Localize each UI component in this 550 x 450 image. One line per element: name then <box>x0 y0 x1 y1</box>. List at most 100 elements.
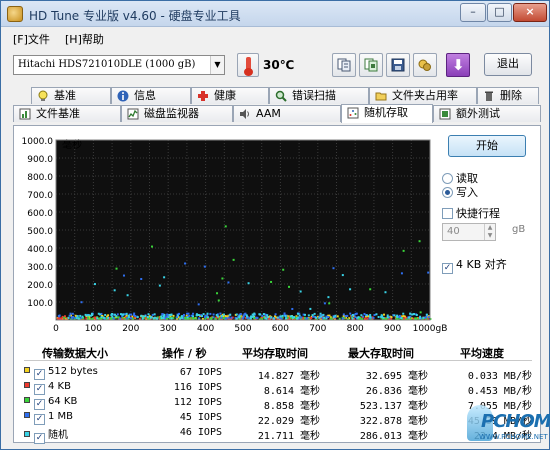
align-option[interactable]: ✓ 4 KB 对齐 <box>442 256 507 274</box>
table-row[interactable]: ✓ 随机 <box>24 426 68 444</box>
data-point <box>293 316 296 319</box>
data-point <box>343 317 346 320</box>
x-tick-label: 200 <box>122 324 139 334</box>
tab-random-access[interactable]: 随机存取 <box>341 104 433 123</box>
save-button[interactable] <box>386 53 410 77</box>
menu-file[interactable]: [F]文件 <box>13 31 50 47</box>
data-point <box>284 314 287 317</box>
options-button[interactable] <box>413 53 437 77</box>
tab-extra-tests[interactable]: 额外测试 <box>433 105 541 122</box>
tab-label: AAM <box>256 107 281 120</box>
row-max: 26.836 毫秒 <box>365 386 428 397</box>
chevron-down-icon[interactable]: ▼ <box>210 56 224 74</box>
data-point <box>298 314 301 317</box>
series-color-swatch <box>24 367 30 373</box>
data-point <box>413 313 416 316</box>
spin-arrows-icon[interactable]: ▲ ▼ <box>484 224 495 240</box>
y-tick-label: 600.0 <box>27 209 53 219</box>
data-point <box>285 317 288 320</box>
data-point <box>184 262 187 265</box>
data-point <box>100 316 103 319</box>
tab-error-scan[interactable]: 错误扫描 <box>269 87 369 104</box>
data-point <box>247 282 250 285</box>
table-row[interactable]: ✓ 1 MB <box>24 411 73 425</box>
write-option[interactable]: 写入 <box>442 184 478 200</box>
data-point <box>225 315 228 318</box>
fast-travel-checkbox[interactable] <box>442 208 453 219</box>
data-point <box>153 313 156 316</box>
fast-travel-option[interactable]: 快捷行程 <box>442 205 500 221</box>
tab-folder-usage[interactable]: 文件夹占用率 <box>369 87 477 104</box>
y-tick-label: 100.0 <box>27 299 53 309</box>
tab-benchmark[interactable]: 基准 <box>31 87 111 104</box>
data-point <box>115 267 118 270</box>
tab-file-benchmark[interactable]: 文件基准 <box>13 105 121 122</box>
series-checkbox[interactable]: ✓ <box>34 399 45 410</box>
data-point <box>140 314 143 317</box>
data-point <box>212 313 215 316</box>
data-point <box>296 317 299 320</box>
row-size: 512 bytes <box>48 366 98 377</box>
tab-aam[interactable]: AAM <box>233 105 341 122</box>
table-row[interactable]: ✓ 64 KB <box>24 396 77 410</box>
data-point <box>84 313 87 316</box>
data-point <box>279 315 282 318</box>
data-point <box>168 313 171 316</box>
data-point <box>196 313 199 316</box>
health-icon <box>198 91 208 101</box>
table-row[interactable]: ✓ 512 bytes <box>24 366 98 380</box>
data-point <box>230 316 233 319</box>
data-point <box>357 316 360 319</box>
align-checkbox[interactable]: ✓ <box>442 263 453 274</box>
tab-label: 额外测试 <box>456 107 500 120</box>
data-point <box>291 307 294 310</box>
exit-button[interactable]: 退出 <box>484 53 532 76</box>
menu-help[interactable]: [H]帮助 <box>65 31 104 47</box>
write-radio[interactable] <box>442 187 453 198</box>
tab-label: 健康 <box>214 89 236 102</box>
close-button[interactable]: × <box>513 3 547 22</box>
data-point <box>191 317 194 320</box>
data-point <box>216 315 219 318</box>
read-radio[interactable] <box>442 173 453 184</box>
data-point <box>188 317 191 320</box>
copy-info-button[interactable] <box>332 53 356 77</box>
tab-label: 错误扫描 <box>292 89 336 102</box>
series-checkbox[interactable]: ✓ <box>34 433 45 444</box>
download-button[interactable]: ⬇ <box>446 53 470 77</box>
y-tick-label: 800.0 <box>27 173 53 183</box>
data-point <box>396 315 399 318</box>
data-point <box>209 312 212 315</box>
data-point <box>369 316 372 319</box>
y-tick-label: 200.0 <box>27 281 53 291</box>
pchome-watermark: PCHOME WWW.PCHOME.NET <box>467 403 550 447</box>
maximize-button[interactable]: □ <box>487 3 512 22</box>
data-point <box>314 316 317 319</box>
y-tick-label: 700.0 <box>27 191 53 201</box>
start-button[interactable]: 开始 <box>448 135 526 157</box>
data-point <box>369 288 372 291</box>
data-point <box>341 317 344 320</box>
x-tick-label: 900 <box>384 324 401 334</box>
table-row[interactable]: ✓ 4 KB <box>24 381 71 395</box>
tab-erase[interactable]: 删除 <box>477 87 539 104</box>
series-checkbox[interactable]: ✓ <box>34 369 45 380</box>
app-window: HD Tune 专业版 v4.60 - 硬盘专业工具 – □ × [F]文件 [… <box>0 0 550 450</box>
tab-disk-monitor[interactable]: 磁盘监视器 <box>121 105 233 122</box>
tab-health[interactable]: 健康 <box>191 87 269 104</box>
trash-icon <box>485 91 493 101</box>
data-point <box>216 292 219 295</box>
data-point <box>400 316 403 319</box>
series-checkbox[interactable]: ✓ <box>34 414 45 425</box>
title-bar[interactable]: HD Tune 专业版 v4.60 - 硬盘专业工具 – □ × <box>1 1 549 27</box>
fast-travel-input[interactable]: 40 ▲ ▼ <box>442 223 496 241</box>
data-point <box>299 290 302 293</box>
series-checkbox[interactable]: ✓ <box>34 384 45 395</box>
drive-select[interactable]: Hitachi HDS721010DLE (1000 gB) ▼ <box>13 55 225 75</box>
minimize-button[interactable]: – <box>460 3 486 22</box>
copy-screenshot-button[interactable] <box>359 53 383 77</box>
data-point <box>232 258 235 261</box>
row-ops: 67 IOPS <box>179 367 222 378</box>
tab-info[interactable]: 信息 <box>111 87 191 104</box>
temperature-value: 30℃ <box>263 58 295 72</box>
